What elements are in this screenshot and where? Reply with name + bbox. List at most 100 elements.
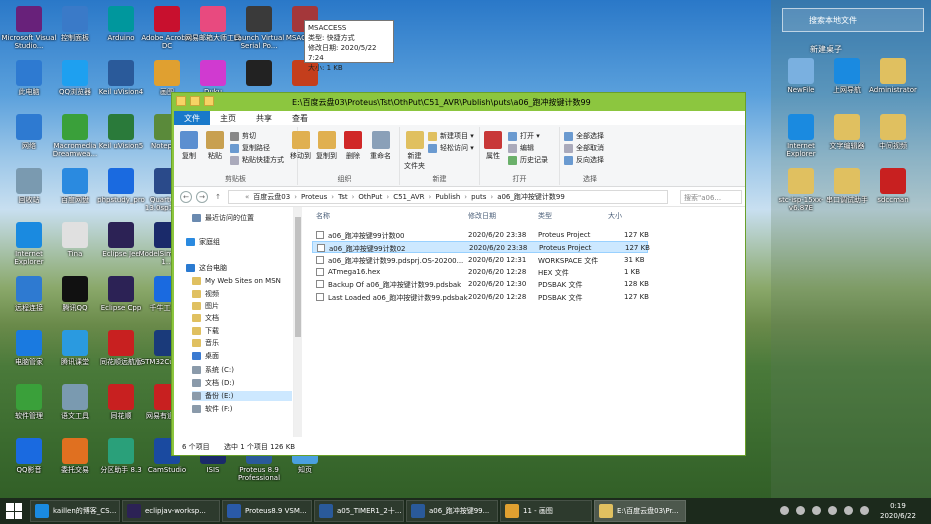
new-folder-button[interactable]: 新建 文件夹 — [404, 131, 425, 171]
system-clock[interactable]: 0:19 2020/6/22 — [880, 501, 916, 521]
breadcrumb-separator-icon[interactable]: › — [464, 193, 467, 201]
breadcrumb-item[interactable]: puts — [471, 193, 486, 201]
selected-count: 选中 1 个项目 126 KB — [224, 443, 296, 451]
column-date[interactable]: 修改日期 — [468, 211, 496, 221]
nav-item[interactable]: 桌面 — [192, 351, 219, 361]
tray-icon-1[interactable] — [780, 506, 789, 515]
file-row[interactable]: a06_跑冲按键99计数02 2020/6/20 23:38 Proteus Pro… — [312, 241, 650, 254]
breadcrumb-separator-icon[interactable]: › — [331, 193, 334, 201]
breadcrumb-separator-icon[interactable]: › — [429, 193, 432, 201]
nav-item[interactable]: 最近访问的位置 — [192, 213, 254, 223]
window-titlebar[interactable]: E:\百度云盘03\Proteus\Tst\OthPut\C51_AVR\Pub… — [172, 93, 745, 111]
folder-search-input[interactable]: 搜索"a06... — [680, 190, 742, 204]
breadcrumb-item[interactable]: C51_AVR — [393, 193, 424, 201]
column-type[interactable]: 类型 — [538, 211, 552, 221]
tray-icon-2[interactable] — [796, 506, 805, 515]
taskbar-item[interactable]: 11 - 画图 — [500, 500, 592, 522]
file-row[interactable]: a06_跑冲按键计数99.pdsprj.OS-20200... 2020/6/20… — [312, 254, 648, 266]
file-row[interactable]: Backup Of a06_跑冲按键计数99.pdsbak 2020/6/20 1… — [312, 278, 649, 290]
column-size[interactable]: 大小 — [608, 211, 622, 221]
breadcrumb-item[interactable]: 百度云盘03 — [253, 192, 290, 202]
taskbar-item[interactable]: Proteus8.9 VSM... — [222, 500, 312, 522]
taskbar-item[interactable]: a05_TIMER1_2十... — [314, 500, 404, 522]
nav-item[interactable]: 音乐 — [192, 338, 219, 348]
nav-scrollbar[interactable] — [294, 207, 302, 437]
ime-icon[interactable] — [860, 506, 869, 515]
breadcrumb-item[interactable]: Tst — [338, 193, 348, 201]
copy-path-button[interactable]: 复制路径 — [230, 143, 270, 153]
breadcrumb-item[interactable]: Publish — [435, 193, 460, 201]
nav-item[interactable]: 图片 — [192, 301, 219, 311]
nav-item[interactable]: 文档 — [192, 313, 219, 323]
nav-item-label: My Web Sites on MSN — [205, 277, 281, 285]
file-icon — [316, 255, 324, 264]
breadcrumb-item[interactable]: Proteus — [301, 193, 327, 201]
edit-button[interactable]: 编辑 — [508, 143, 534, 153]
paste-shortcut-button[interactable]: 粘贴快捷方式 — [230, 155, 284, 165]
history-button[interactable]: 历史记录 — [508, 155, 548, 165]
breadcrumb-separator-icon[interactable]: › — [490, 193, 493, 201]
invert-select-button[interactable]: 反向选择 — [564, 155, 604, 165]
new-item-button[interactable]: 新建项目 ▾ — [428, 131, 474, 141]
quick-access-toolbar — [176, 96, 214, 106]
nav-item[interactable]: 系统 (C:) — [192, 365, 234, 375]
file-row[interactable]: ATmega16.hex 2020/6/20 12:28 HEX 文件 1 KB — [312, 266, 648, 278]
properties-button[interactable]: 属性 — [484, 131, 502, 161]
nav-item[interactable]: 这台电脑 — [186, 263, 227, 273]
forward-button[interactable]: → — [196, 191, 208, 203]
file-row[interactable]: a06_跑冲按键99计数00 2020/6/20 23:38 Proteus Pro… — [312, 229, 649, 241]
breadcrumb-separator-icon[interactable]: › — [386, 193, 389, 201]
tab-file[interactable]: 文件 — [174, 111, 210, 125]
nav-item[interactable]: My Web Sites on MSN — [192, 277, 281, 285]
taskbar-item[interactable]: E:\百度云盘03\Pr... — [594, 500, 686, 522]
desktop-icon[interactable]: 中间视频 — [864, 114, 922, 168]
nav-item[interactable]: 文档 (D:) — [192, 378, 234, 388]
move-to-button[interactable]: 移动到 — [290, 131, 311, 161]
address-bar[interactable]: «百度云盘03 › Proteus › Tst › OthPut › C51_AVR › Publi… — [228, 190, 668, 204]
file-row[interactable]: Last Loaded a06_跑冲按键计数99.pdsbak 2020/6/20… — [312, 291, 649, 303]
eclipse-icon — [127, 504, 141, 518]
taskbar-item[interactable]: kaillen的博客_CS... — [30, 500, 120, 522]
volume-icon[interactable] — [828, 506, 837, 515]
new-folder-quick-icon[interactable] — [204, 96, 214, 106]
breadcrumb-separator-icon[interactable]: › — [294, 193, 297, 201]
tab-share[interactable]: 共享 — [246, 111, 282, 125]
desktop-icon[interactable]: Administrator — [864, 58, 922, 112]
delete-button[interactable]: 删除 — [344, 131, 362, 161]
taskbar-item[interactable]: a06_跑冲按键99... — [406, 500, 498, 522]
nav-item[interactable]: 下载 — [192, 326, 219, 336]
nav-item[interactable]: 软件 (F:) — [192, 404, 233, 414]
nav-item[interactable]: 视频 — [192, 289, 219, 299]
select-none-button[interactable]: 全部取消 — [564, 143, 604, 153]
nav-item-label: 软件 (F:) — [205, 405, 233, 413]
breadcrumb-item[interactable]: OthPut — [358, 193, 382, 201]
tab-home[interactable]: 主页 — [210, 111, 246, 125]
tray-icon-5[interactable] — [844, 506, 853, 515]
easy-access-button[interactable]: 轻松访问 ▾ — [428, 143, 474, 153]
start-button[interactable] — [6, 503, 22, 519]
nav-item[interactable]: 家庭组 — [186, 237, 220, 247]
nav-item[interactable]: 备份 (E:) — [192, 391, 292, 401]
column-name[interactable]: 名称 — [316, 211, 330, 221]
tab-view[interactable]: 查看 — [282, 111, 318, 125]
copy-to-button[interactable]: 复制到 — [316, 131, 337, 161]
copy-button[interactable]: 复制 — [180, 131, 198, 161]
paste-button[interactable]: 粘贴 — [206, 131, 224, 161]
rename-button[interactable]: 重命名 — [370, 131, 391, 161]
open-button[interactable]: 打开 ▾ — [508, 131, 540, 141]
network-icon[interactable] — [812, 506, 821, 515]
local-search-box[interactable]: 搜索本地文件 — [782, 8, 924, 32]
breadcrumb-overflow-icon[interactable]: « — [245, 193, 249, 201]
desktop-icon[interactable]: sdccman — [864, 168, 922, 222]
select-all-button[interactable]: 全部选择 — [564, 131, 604, 141]
back-button[interactable]: ← — [180, 191, 192, 203]
folder-icon — [788, 168, 814, 194]
cut-button[interactable]: 剪切 — [230, 131, 256, 141]
breadcrumb-separator-icon[interactable]: › — [352, 193, 355, 201]
up-button[interactable]: ↑ — [212, 191, 224, 203]
breadcrumb-item[interactable]: a06_跑冲按键计数99 — [497, 192, 565, 202]
taskbar-item[interactable]: eclipjav-worksp... — [122, 500, 220, 522]
nav-scrollbar-thumb[interactable] — [295, 217, 301, 337]
properties-quick-icon[interactable] — [190, 96, 200, 106]
move-to-icon — [291, 131, 310, 149]
